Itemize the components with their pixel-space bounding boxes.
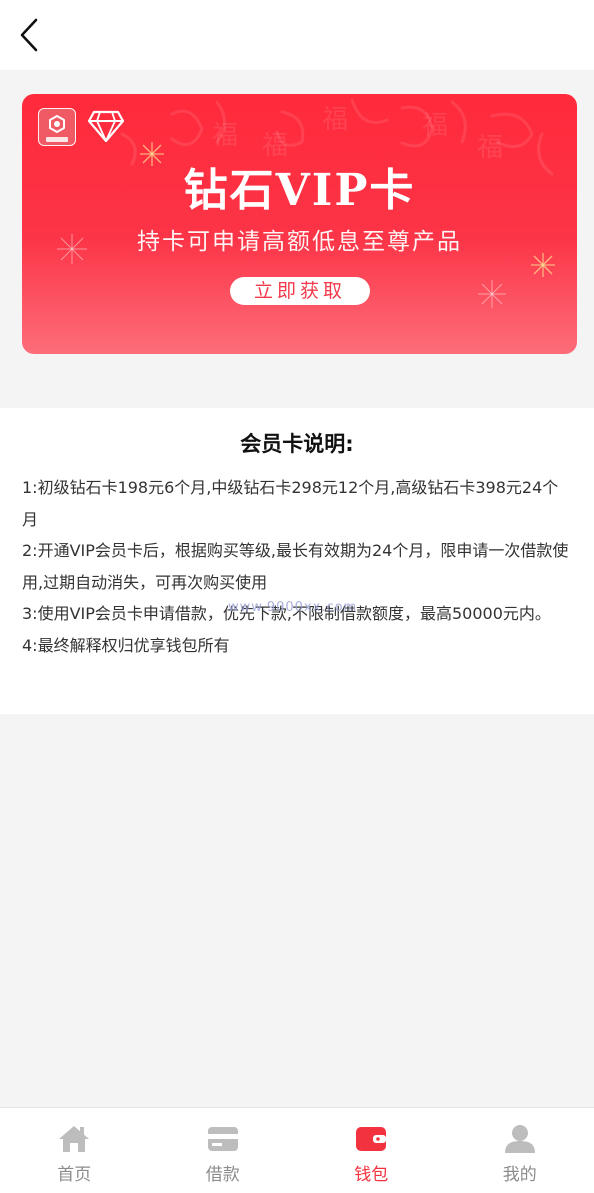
tab-loan[interactable]: 借款 [149,1108,298,1193]
get-card-button[interactable]: 立即获取 [230,277,370,305]
top-nav-bar [0,0,594,70]
tab-mine-label: 我的 [446,1160,594,1185]
membership-description: 会员卡说明: 1:初级钻石卡198元6个月,中级钻石卡298元12个月,高级钻石… [0,408,594,714]
svg-text:福: 福 [212,121,238,151]
vip-card-title: 钻石VIP卡 [22,154,577,218]
vip-card-subtitle: 持卡可申请高额低息至尊产品 [22,222,577,256]
description-list: 1:初级钻石卡198元6个月,中级钻石卡298元12个月,高级钻石卡398元24… [22,472,574,661]
tab-home[interactable]: 首页 [0,1108,149,1193]
tab-mine[interactable]: 我的 [446,1108,594,1193]
svg-text:福: 福 [322,105,348,135]
tab-wallet-label: 钱包 [297,1160,446,1185]
tab-loan-label: 借款 [149,1160,298,1185]
bottom-tab-bar: 首页 借款 钱包 我的 [0,1107,594,1193]
watermark-text: www.9000xx.com [228,600,357,615]
description-item: 4:最终解释权归优享钱包所有 [22,630,574,662]
vip-card-banner: 福福福 福福 [22,94,577,354]
brand-logo [38,108,76,146]
svg-text:福: 福 [422,111,448,141]
description-title: 会员卡说明: [0,428,594,458]
brand-logo-icon [48,115,66,133]
brand-logo-text [46,137,68,142]
back-arrow-icon[interactable] [14,16,50,54]
tab-home-label: 首页 [0,1160,149,1185]
home-icon [58,1124,90,1154]
user-icon [504,1124,536,1154]
description-item: 1:初级钻石卡198元6个月,中级钻石卡298元12个月,高级钻石卡398元24… [22,472,574,535]
diamond-icon [88,110,124,142]
description-item: 2:开通VIP会员卡后，根据购买等级,最长有效期为24个月，限申请一次借款使用,… [22,535,574,598]
card-icon [207,1124,239,1154]
wallet-icon [355,1124,387,1154]
tab-wallet[interactable]: 钱包 [297,1108,446,1193]
